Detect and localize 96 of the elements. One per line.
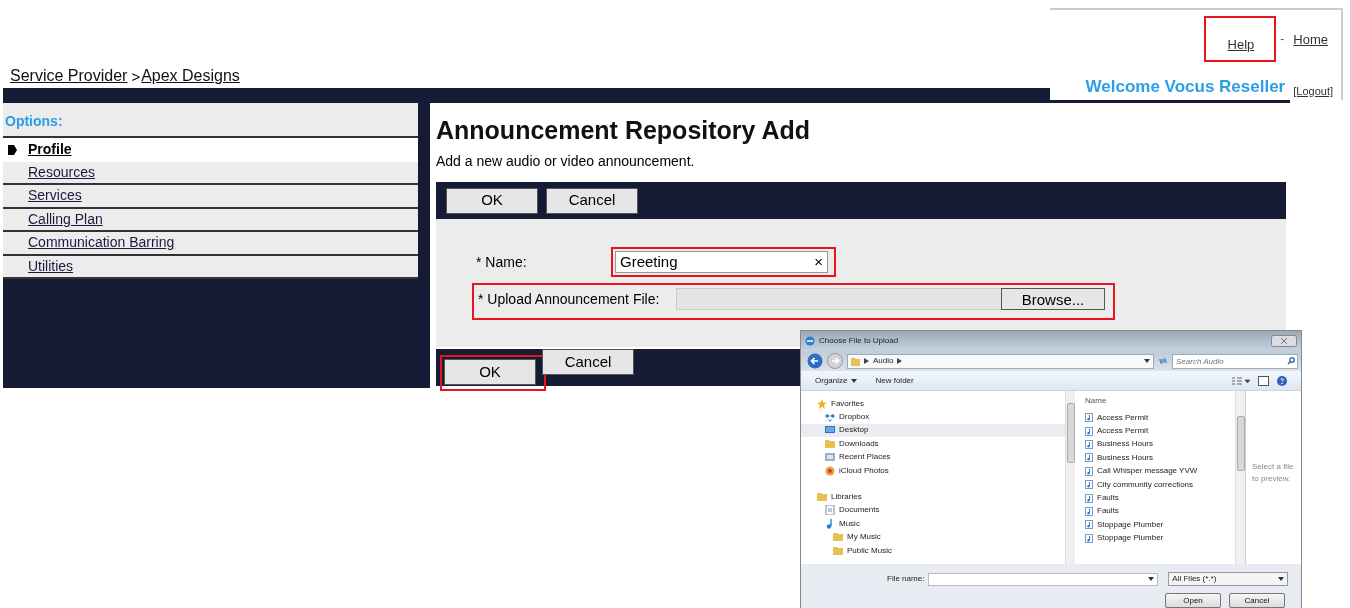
- audio-file-icon: [1085, 520, 1093, 530]
- file-item[interactable]: City community corrections: [1085, 477, 1235, 492]
- welcome-text: Welcome Vocus Reseller: [1085, 76, 1286, 98]
- field-label: * Upload Announcement File:: [477, 289, 661, 309]
- ok-button[interactable]: OK: [446, 187, 538, 214]
- path-segment[interactable]: Audio: [873, 355, 894, 367]
- address-bar[interactable]: Audio: [847, 353, 1154, 369]
- nav-link[interactable]: Help: [1227, 37, 1255, 52]
- scrollbar[interactable]: [1065, 391, 1075, 564]
- chevron-icon: [864, 358, 869, 364]
- nav-item[interactable]: Dropbox: [801, 410, 1065, 424]
- audio-file-icon: [1085, 413, 1093, 423]
- preview-hint: Select a file to preview.: [1245, 391, 1301, 564]
- file-item[interactable]: Faults: [1085, 504, 1235, 519]
- nav-item[interactable]: Downloads: [801, 437, 1065, 451]
- folder-icon: [825, 438, 835, 449]
- dialog-title: Choose File to Upload: [819, 335, 899, 347]
- column-header[interactable]: Name: [1085, 395, 1235, 407]
- star-icon: [817, 398, 827, 409]
- audio-file-icon: [1085, 439, 1093, 449]
- monitor-icon: [825, 425, 835, 436]
- nav-item[interactable]: Recent Places: [801, 450, 1065, 464]
- nav-item[interactable]: Favorites: [801, 397, 1065, 411]
- sidebar-link[interactable]: Utilities: [28, 255, 74, 277]
- file-item[interactable]: Access Permit: [1085, 424, 1235, 438]
- nav-item[interactable]: Music: [801, 517, 1065, 531]
- audio-file-icon: [1085, 426, 1093, 436]
- link-separator: -: [1280, 31, 1285, 48]
- sidebar-link[interactable]: Calling Plan: [28, 208, 103, 230]
- nav-item[interactable]: Libraries: [801, 490, 1065, 504]
- browse-button[interactable]: Browse...: [1001, 288, 1105, 310]
- open-button[interactable]: Open: [1165, 593, 1221, 608]
- refresh-icon: [1158, 357, 1168, 365]
- file-type-dropdown[interactable]: All Files (*.*): [1168, 572, 1289, 586]
- breadcrumb-link[interactable]: Service Provider: [10, 64, 128, 88]
- view-icon: [1232, 376, 1250, 385]
- document-icon: [825, 505, 835, 516]
- page-title: Announcement Repository Add: [436, 115, 812, 145]
- window-icon: [825, 452, 835, 463]
- page-description: Add a new audio or video announcement.: [436, 152, 696, 171]
- file-item[interactable]: Stoppage Plumber: [1085, 518, 1235, 532]
- file-item[interactable]: Access Permit: [1085, 411, 1235, 425]
- nav-item[interactable]: Desktop: [801, 423, 1065, 438]
- ok-button[interactable]: OK: [444, 359, 536, 385]
- caret-icon: [1148, 577, 1155, 581]
- help-icon: [1277, 375, 1287, 386]
- nav-item[interactable]: Documents: [801, 503, 1065, 518]
- field-label: File name:: [887, 573, 925, 585]
- new-folder-button[interactable]: New folder: [875, 374, 914, 387]
- chevron-icon: [897, 358, 903, 364]
- logout-link[interactable]: [Logout]: [1293, 83, 1333, 100]
- audio-file-icon: [1085, 533, 1093, 543]
- preview-pane-icon: [1258, 375, 1269, 386]
- audio-file-icon: [1085, 480, 1093, 490]
- sidebar-link[interactable]: Profile: [28, 139, 72, 161]
- file-name-field[interactable]: [928, 572, 1159, 586]
- breadcrumb-link[interactable]: Apex Designs: [141, 64, 240, 88]
- bullet-icon: [7, 143, 18, 156]
- name-field[interactable]: Greeting ×: [615, 251, 828, 273]
- forward-icon[interactable]: [827, 353, 843, 369]
- search-field[interactable]: Search Audio: [1172, 353, 1298, 369]
- back-icon[interactable]: [807, 353, 823, 369]
- caret-icon: [1278, 577, 1285, 581]
- music-note-icon: [825, 518, 835, 529]
- audio-file-icon: [1085, 506, 1093, 516]
- scrollbar[interactable]: [1235, 391, 1245, 564]
- organize-menu[interactable]: Organize: [815, 374, 858, 387]
- file-item[interactable]: Faults: [1085, 491, 1235, 505]
- folder-icon: [833, 532, 843, 543]
- folder-icon: [851, 356, 860, 366]
- cancel-button[interactable]: Cancel: [542, 349, 634, 375]
- cancel-button[interactable]: Cancel: [546, 187, 638, 214]
- caret-icon: [1144, 359, 1150, 363]
- cancel-button[interactable]: Cancel: [1229, 593, 1285, 608]
- cloud-icon: [825, 412, 835, 423]
- breadcrumb-separator: >: [131, 66, 141, 87]
- sidebar-link[interactable]: Resources: [28, 161, 95, 183]
- nav-link[interactable]: Home: [1293, 31, 1328, 47]
- file-item[interactable]: Call Whisper message YVW: [1085, 464, 1235, 478]
- file-item[interactable]: Business Hours: [1085, 451, 1235, 465]
- folder-icon: [833, 545, 843, 556]
- folder-icon: [817, 492, 827, 503]
- nav-item[interactable]: My Music: [801, 530, 1065, 544]
- caret-icon: [851, 378, 858, 383]
- audio-file-icon: [1085, 493, 1093, 503]
- sidebar-link[interactable]: Communication Barring: [28, 232, 175, 254]
- close-icon[interactable]: [1271, 335, 1297, 347]
- nav-item[interactable]: iCloud Photos: [801, 463, 1065, 478]
- file-item[interactable]: Stoppage Plumber: [1085, 531, 1235, 545]
- file-item[interactable]: Business Hours: [1085, 437, 1235, 452]
- audio-file-icon: [1085, 466, 1093, 476]
- sidebar-link[interactable]: Services: [28, 185, 82, 207]
- clear-button[interactable]: ×: [814, 250, 823, 274]
- audio-file-icon: [1085, 453, 1093, 463]
- nav-item[interactable]: Public Music: [801, 543, 1065, 558]
- file-path-field[interactable]: [676, 288, 1002, 310]
